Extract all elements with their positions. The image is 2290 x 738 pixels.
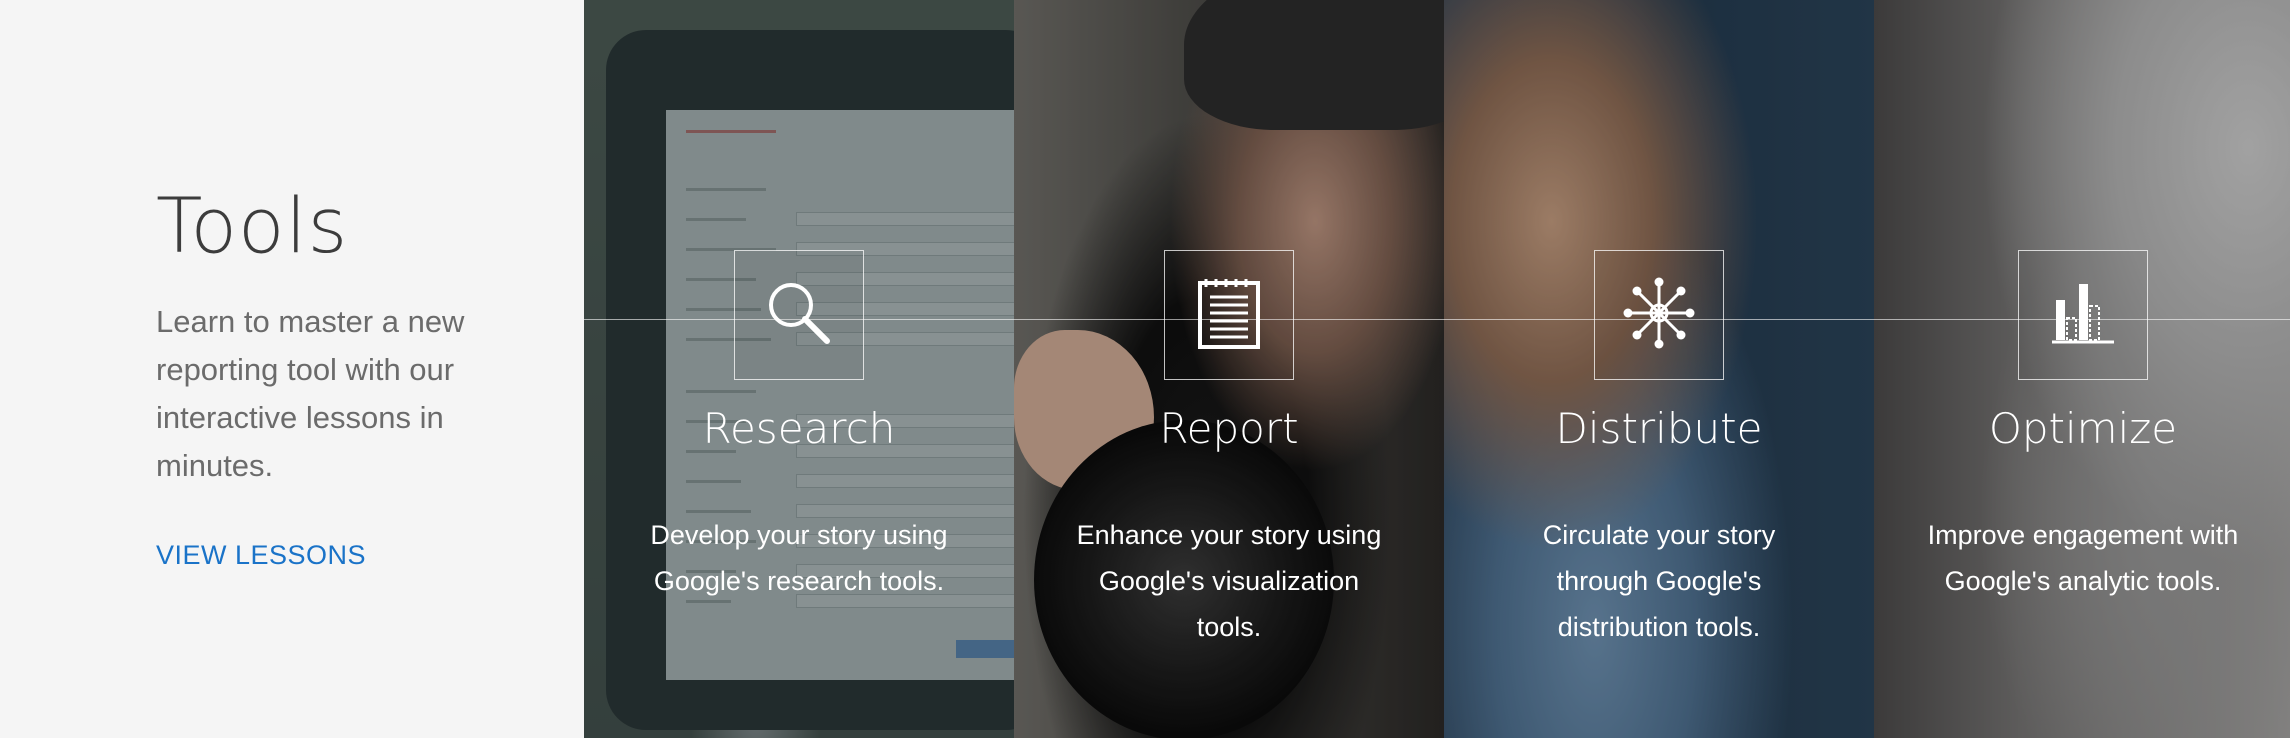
tool-description: Improve engagement with Google's analyti… [1927,520,2239,596]
tool-optimize[interactable]: Optimize Improve engagement with Google'… [1868,0,2290,738]
view-lessons-link[interactable]: VIEW LESSONS [156,540,366,571]
page-title: Tools [156,181,349,270]
tool-name: Research [702,404,896,453]
intro-panel: Tools Learn to master a new reporting to… [0,0,584,738]
tool-distribute[interactable]: Distribute Circulate your story through … [1444,0,1874,738]
tool-name: Report [1159,404,1299,453]
optimize-icon-box[interactable] [2018,250,2148,380]
tools-page: Tools Learn to master a new reporting to… [0,0,2290,738]
tool-research[interactable]: Research Develop your story using Google… [584,0,1014,738]
research-icon-box[interactable] [734,250,864,380]
tool-report[interactable]: Report Enhance your story using Google's… [1014,0,1444,738]
tool-description: Circulate your story through Google's di… [1542,520,1776,642]
bar-chart-icon [2048,278,2118,353]
document-icon [1194,275,1264,356]
tool-description: Enhance your story using Google's visual… [1076,520,1382,642]
search-icon [763,277,835,354]
distribute-icon-box[interactable] [1594,250,1724,380]
report-icon-box[interactable] [1164,250,1294,380]
tool-description: Develop your story using Google's resear… [650,520,948,596]
network-icon [1622,276,1696,355]
tool-name: Distribute [1555,404,1763,453]
intro-description: Learn to master a new reporting tool wit… [156,304,465,483]
tool-name: Optimize [1988,404,2178,453]
